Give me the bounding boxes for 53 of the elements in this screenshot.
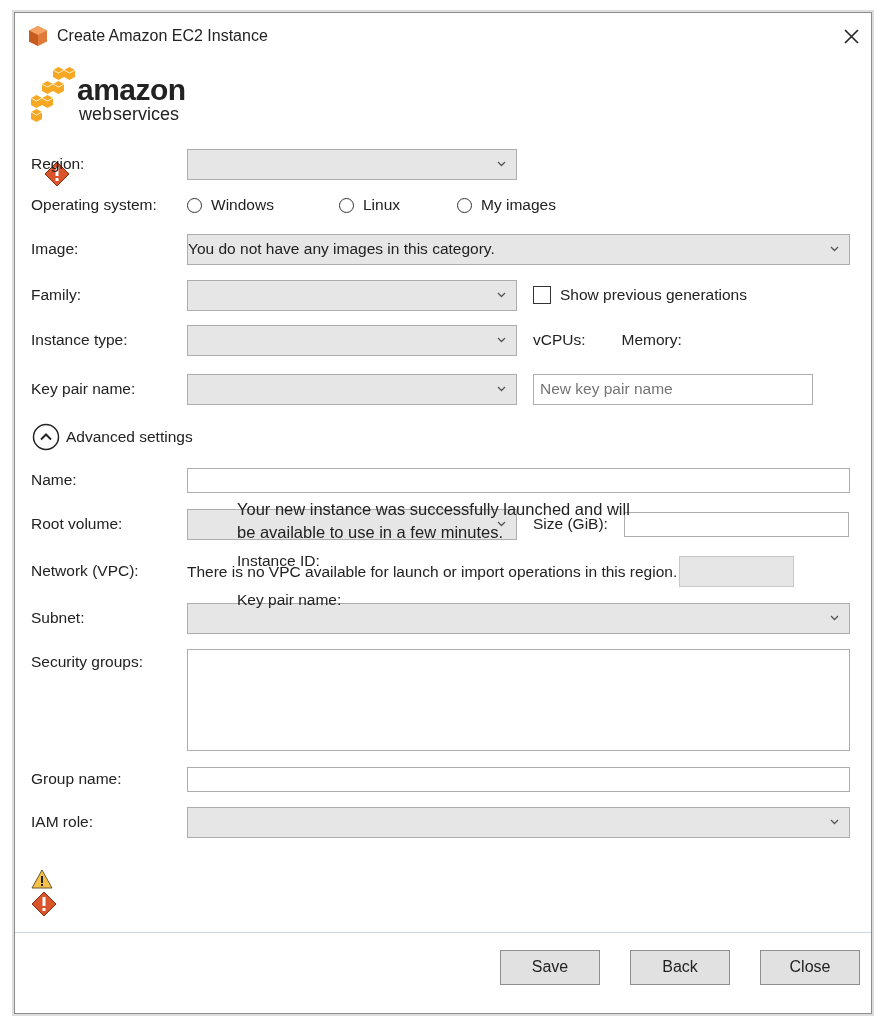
- field-label: Subnet:: [31, 609, 86, 627]
- text-field[interactable]: [187, 766, 850, 792]
- field-label: Operating system:: [31, 196, 158, 214]
- radio-label: Windows: [211, 196, 274, 214]
- chevron-down-icon: [830, 615, 839, 621]
- field-label: Group name:: [31, 770, 123, 788]
- chevron-down-icon: [497, 337, 506, 343]
- logo-wordmark: amazon: [77, 75, 186, 105]
- radio-option[interactable]: Windows: [187, 196, 339, 214]
- close-icon[interactable]: [844, 28, 859, 44]
- readout-label: vCPUs:: [533, 331, 586, 349]
- field-label: Family:: [31, 286, 82, 304]
- field-label: Network (VPC):: [31, 562, 140, 580]
- error-icon: [31, 891, 57, 917]
- radio-label: My images: [481, 196, 556, 214]
- dialog-button[interactable]: Save: [500, 949, 600, 985]
- overlay-message: be available to use in a few minutes.: [237, 523, 503, 542]
- text-field[interactable]: [187, 467, 850, 493]
- readout-label: Memory:: [621, 331, 682, 349]
- field-label: IAM role:: [31, 813, 94, 831]
- chevron-down-icon: [497, 161, 506, 167]
- field-label: Image:: [31, 240, 80, 258]
- radio-option[interactable]: Linux: [339, 196, 457, 214]
- cube-icon: [28, 25, 48, 47]
- field-label: Key pair name:: [31, 380, 137, 398]
- chevron-down-icon: [497, 292, 506, 298]
- checkbox[interactable]: [533, 286, 551, 304]
- chevron-down-icon: [497, 521, 506, 527]
- chevron-down-icon: [830, 246, 839, 252]
- window-title: Create Amazon EC2 Instance: [57, 27, 268, 45]
- field-label: Region:: [31, 155, 187, 173]
- logo-tagline: web services: [79, 105, 181, 123]
- field-label: Root volume:: [31, 515, 124, 533]
- checkbox-label: Show previous generations: [560, 286, 747, 304]
- radio-label: Linux: [363, 196, 401, 214]
- chevron-down-icon: [830, 819, 839, 825]
- warning-icon: [31, 869, 53, 889]
- chevron-down-icon: [497, 386, 506, 392]
- field-label: Security groups:: [31, 652, 144, 671]
- text-field[interactable]: New key pair name: [533, 373, 813, 405]
- dropdown[interactable]: You do not have any images in this category.: [187, 233, 850, 265]
- field-label: Name:: [31, 471, 78, 489]
- dialog-button[interactable]: Close: [760, 949, 860, 985]
- dropdown-value: You do not have any images in this category.: [188, 240, 495, 258]
- overlay-label: Key pair name:: [237, 591, 342, 609]
- radio-option[interactable]: My images: [457, 196, 587, 214]
- list-box[interactable]: [187, 649, 850, 751]
- collapse-icon[interactable]: [32, 423, 60, 451]
- advanced-settings-label: Advanced settings: [66, 428, 193, 446]
- field-label: Size (GiB):: [533, 515, 608, 533]
- dialog-button[interactable]: Back: [630, 949, 730, 985]
- overlay-message: Your new instance was successfully launched and will: [237, 500, 630, 518]
- field-label: Instance type:: [31, 331, 129, 349]
